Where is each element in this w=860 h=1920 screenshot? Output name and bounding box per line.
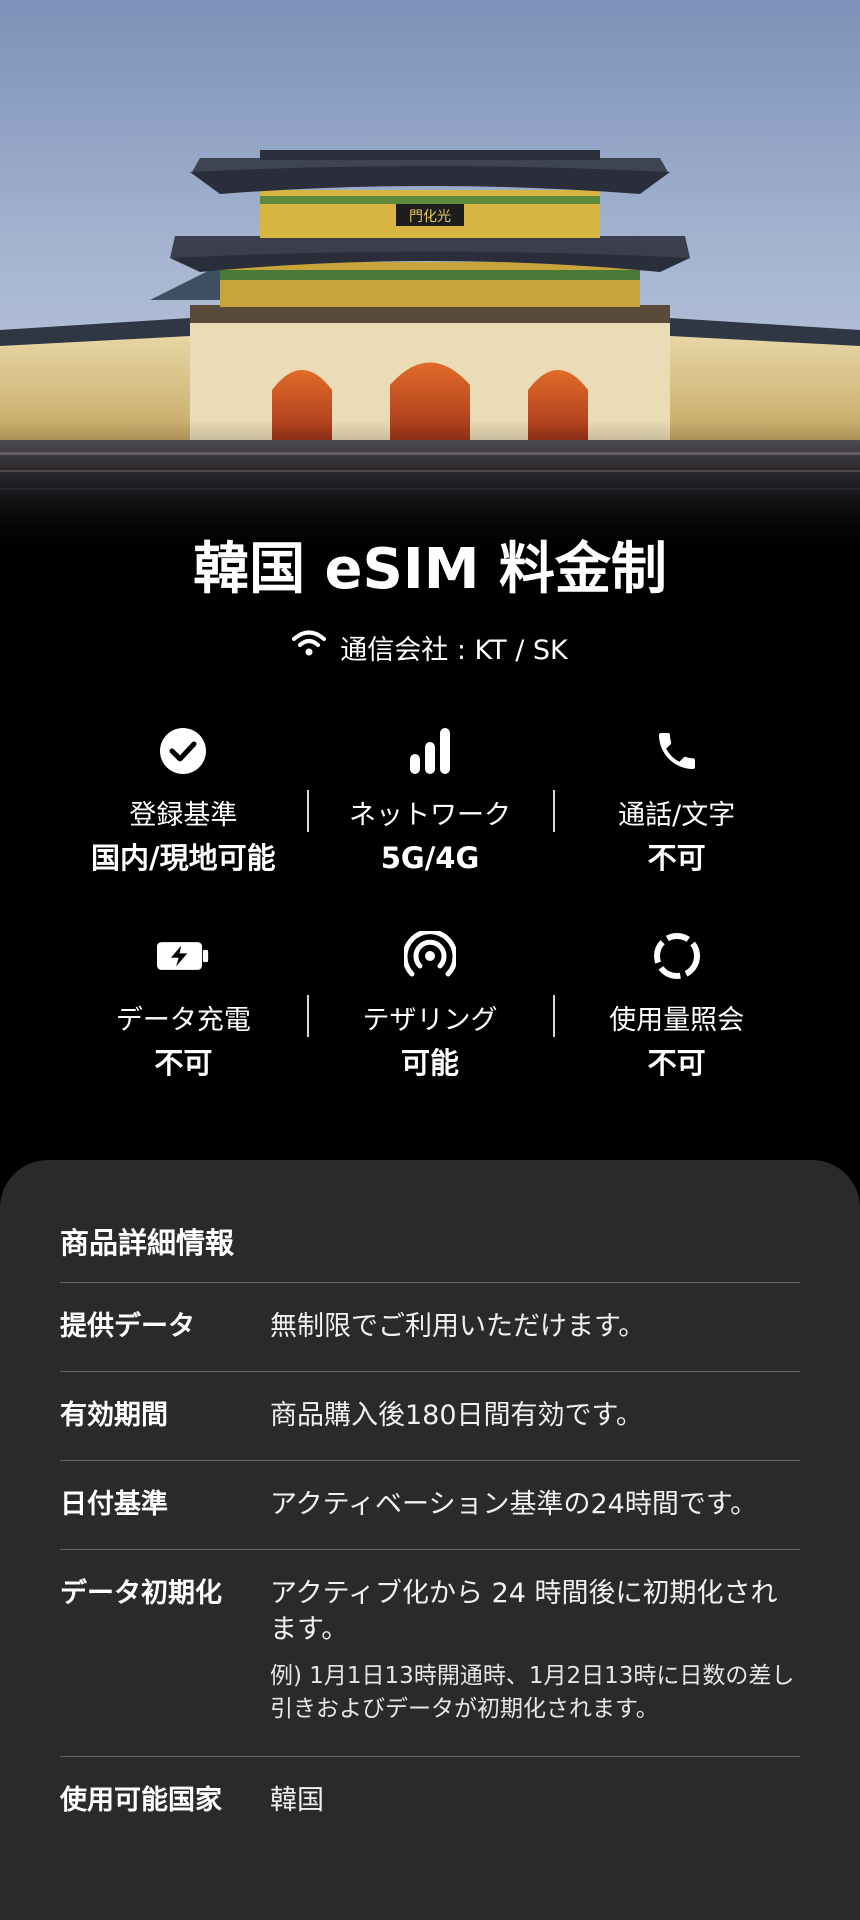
- wifi-icon: [292, 630, 327, 665]
- battery-charging-icon: [157, 930, 209, 982]
- feature-value: 不可: [154, 1046, 213, 1080]
- check-circle-icon: [157, 725, 209, 777]
- carrier-info: 通信会社 : KT / SK: [0, 628, 860, 667]
- phone-icon: [651, 725, 703, 777]
- feature-tethering: テザリング 可能: [306, 930, 554, 1135]
- detail-value: 商品購入後180日間有効です。: [270, 1400, 643, 1431]
- feature-value: 不可: [647, 841, 706, 875]
- feature-label: 登録基準: [129, 800, 238, 831]
- detail-row-data: 提供データ 無制限でご利用いただけます。: [60, 1282, 800, 1371]
- detail-row-countries: 使用可能国家 韓国: [60, 1756, 800, 1845]
- detail-value: 無制限でご利用いただけます。: [270, 1311, 646, 1342]
- detail-row-date-basis: 日付基準 アクティベーション基準の24時間です。: [60, 1460, 800, 1549]
- feature-label: 通話/文字: [618, 800, 736, 831]
- gate-sign: 門化光: [409, 209, 451, 225]
- hero-image: 門化光: [0, 0, 860, 560]
- feature-network: ネットワーク 5G/4G: [306, 725, 554, 930]
- detail-key: データ初期化: [60, 1578, 222, 1609]
- feature-label: ネットワーク: [349, 800, 511, 831]
- page-title: 韓国 eSIM 料金制: [193, 537, 667, 602]
- detail-key: 使用可能国家: [60, 1785, 222, 1816]
- detail-value: 韓国: [270, 1785, 324, 1816]
- detail-value: アクティブ化から 24 時間後に初期化されます。: [270, 1578, 778, 1645]
- detail-value: アクティベーション基準の24時間です。: [270, 1489, 758, 1520]
- feature-call-sms: 通話/文字 不可: [553, 725, 800, 930]
- feature-label: データ充電: [115, 1005, 251, 1036]
- feature-data-charge: データ充電 不可: [60, 930, 307, 1135]
- feature-label: テザリング: [362, 1005, 498, 1036]
- signal-bars-icon: [404, 725, 456, 777]
- detail-note: 例) 1月1日13時開通時、1月2日13時に日数の差し引きおよびデータが初期化さ…: [270, 1663, 795, 1722]
- feature-value: 可能: [401, 1046, 460, 1080]
- detail-key: 提供データ: [60, 1311, 195, 1342]
- detail-row-data-reset: データ初期化 アクティブ化から 24 時間後に初期化されます。 例) 1月1日1…: [60, 1549, 800, 1756]
- usage-ring-icon: [651, 930, 703, 982]
- title-block: 韓国 eSIM 料金制 通信会社 : KT / SK: [0, 530, 860, 667]
- feature-usage-check: 使用量照会 不可: [553, 930, 800, 1135]
- feature-value: 不可: [647, 1046, 706, 1080]
- details-title: 商品詳細情報: [60, 1226, 235, 1260]
- feature-registration: 登録基準 国内/現地可能: [60, 725, 307, 930]
- detail-row-validity: 有効期間 商品購入後180日間有効です。: [60, 1371, 800, 1460]
- details-table: 提供データ 無制限でご利用いただけます。 有効期間 商品購入後180日間有効です…: [60, 1282, 800, 1845]
- detail-key: 有効期間: [60, 1400, 168, 1431]
- product-details-panel: 商品詳細情報 提供データ 無制限でご利用いただけます。 有効期間 商品購入後18…: [0, 1160, 860, 1920]
- detail-key: 日付基準: [60, 1489, 168, 1520]
- feature-value: 国内/現地可能: [91, 841, 276, 875]
- feature-label: 使用量照会: [609, 1005, 745, 1036]
- features-grid: 登録基準 国内/現地可能 ネットワーク 5G/4G 通話/文字 不可 データ充電…: [60, 725, 800, 1135]
- hotspot-icon: [404, 930, 456, 982]
- carrier-text: 通信会社 : KT / SK: [340, 635, 568, 666]
- feature-value: 5G/4G: [380, 841, 480, 875]
